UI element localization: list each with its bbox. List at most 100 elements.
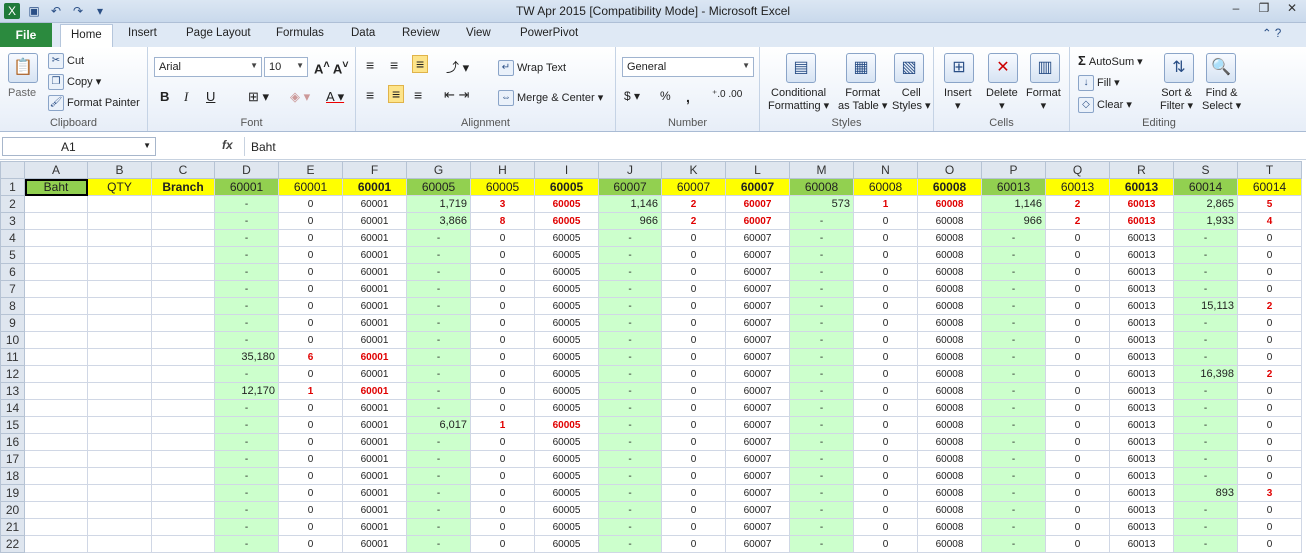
cell[interactable]: 60001 <box>342 195 407 213</box>
cell[interactable]: 0 <box>1237 348 1302 366</box>
cell[interactable]: 2,865 <box>1173 195 1238 213</box>
cell[interactable]: 60007 <box>725 484 790 502</box>
find-select-icon[interactable]: 🔍 <box>1206 53 1236 83</box>
restore-icon[interactable]: ❐ <box>1250 0 1278 18</box>
row-header[interactable]: 14 <box>0 399 25 417</box>
cell[interactable] <box>24 246 88 264</box>
cell[interactable]: 60001 <box>342 297 407 315</box>
cell[interactable]: 60013 <box>1109 416 1174 434</box>
sort-filter-button[interactable]: Sort & Filter ▾ <box>1160 87 1193 113</box>
percent-button[interactable]: % <box>660 89 671 103</box>
cell[interactable]: 0 <box>278 280 343 298</box>
cell[interactable] <box>24 399 88 417</box>
column-header[interactable]: R <box>1109 161 1174 179</box>
cell[interactable]: 0 <box>470 433 535 451</box>
cell[interactable]: 0 <box>661 297 726 315</box>
cell[interactable] <box>87 501 152 519</box>
cell[interactable]: 60007 <box>725 331 790 349</box>
help-icon[interactable]: ⌃ ? <box>1262 26 1281 40</box>
cell[interactable]: 60008 <box>917 467 982 485</box>
cell[interactable]: 60001 <box>342 433 407 451</box>
cell[interactable]: - <box>981 314 1046 332</box>
cell[interactable]: 0 <box>853 263 918 281</box>
cell[interactable]: - <box>214 467 279 485</box>
cell[interactable]: - <box>598 348 662 366</box>
cell[interactable]: 0 <box>278 212 343 230</box>
cell[interactable]: 0 <box>278 501 343 519</box>
row-header[interactable]: 22 <box>0 535 25 553</box>
cell[interactable]: 60007 <box>725 246 790 264</box>
cell[interactable]: 60008 <box>917 263 982 281</box>
cell[interactable]: - <box>598 365 662 383</box>
tab-formulas[interactable]: Formulas <box>276 27 324 39</box>
cell[interactable]: 0 <box>1045 535 1110 553</box>
format-painter-button[interactable]: 🖌 Format Painter <box>48 95 140 111</box>
cell[interactable]: 0 <box>853 501 918 519</box>
cell[interactable]: 60008 <box>917 416 982 434</box>
column-header[interactable]: T <box>1237 161 1302 179</box>
cell[interactable]: 0 <box>1045 348 1110 366</box>
header-cell[interactable]: 60007 <box>725 178 790 196</box>
cell[interactable]: - <box>789 416 854 434</box>
cell[interactable]: - <box>598 416 662 434</box>
conditional-formatting-button[interactable]: Conditional Formatting ▾ <box>768 87 829 113</box>
cell[interactable] <box>151 212 215 230</box>
cell[interactable]: 0 <box>1237 467 1302 485</box>
header-cell[interactable]: 60001 <box>278 178 343 196</box>
row-header[interactable]: 17 <box>0 450 25 468</box>
column-header[interactable]: C <box>151 161 215 179</box>
cell[interactable] <box>87 246 152 264</box>
cell[interactable] <box>151 229 215 247</box>
column-header[interactable]: P <box>981 161 1046 179</box>
cell[interactable]: - <box>981 348 1046 366</box>
cell[interactable]: 60001 <box>342 263 407 281</box>
cell[interactable]: 60005 <box>534 416 599 434</box>
cell[interactable]: 0 <box>470 518 535 536</box>
cell[interactable]: - <box>981 382 1046 400</box>
cell[interactable]: 60008 <box>917 535 982 553</box>
cell[interactable]: - <box>789 535 854 553</box>
cell[interactable]: - <box>598 518 662 536</box>
cell[interactable]: 0 <box>470 365 535 383</box>
cell[interactable]: 60007 <box>725 212 790 230</box>
cell[interactable]: - <box>981 297 1046 315</box>
cell[interactable] <box>24 365 88 383</box>
cell[interactable]: 60005 <box>534 518 599 536</box>
cell[interactable]: - <box>981 501 1046 519</box>
cell[interactable]: 60013 <box>1109 535 1174 553</box>
cell[interactable]: - <box>1173 246 1238 264</box>
cell[interactable]: 0 <box>661 484 726 502</box>
cell[interactable]: 60005 <box>534 229 599 247</box>
cell[interactable]: - <box>598 484 662 502</box>
cell[interactable]: 60005 <box>534 433 599 451</box>
cell[interactable] <box>151 331 215 349</box>
cell[interactable] <box>24 484 88 502</box>
cell[interactable]: 60001 <box>342 331 407 349</box>
cell[interactable]: 60001 <box>342 280 407 298</box>
cell[interactable]: 966 <box>598 212 662 230</box>
cell[interactable]: 60008 <box>917 212 982 230</box>
cell[interactable]: 60008 <box>917 450 982 468</box>
cell-styles-icon[interactable]: ▧ <box>894 53 924 83</box>
cell[interactable]: 60007 <box>725 399 790 417</box>
cell[interactable]: - <box>1173 314 1238 332</box>
cell[interactable]: 5 <box>1237 195 1302 213</box>
cell[interactable]: 60008 <box>917 484 982 502</box>
cell[interactable] <box>87 518 152 536</box>
cell[interactable]: - <box>981 416 1046 434</box>
header-cell[interactable]: 60008 <box>789 178 854 196</box>
cell[interactable] <box>24 212 88 230</box>
cell[interactable]: 0 <box>1237 518 1302 536</box>
cell[interactable]: 2 <box>1045 195 1110 213</box>
header-cell[interactable]: 60014 <box>1237 178 1302 196</box>
cell[interactable]: 0 <box>853 229 918 247</box>
row-header[interactable]: 1 <box>0 178 25 196</box>
cell[interactable]: 12,170 <box>214 382 279 400</box>
cell[interactable]: 60005 <box>534 246 599 264</box>
cell[interactable]: 0 <box>853 467 918 485</box>
column-header[interactable]: K <box>661 161 726 179</box>
cell[interactable]: 0 <box>470 399 535 417</box>
cell[interactable]: 0 <box>1045 365 1110 383</box>
cell[interactable]: - <box>598 467 662 485</box>
tab-page-layout[interactable]: Page Layout <box>186 27 251 39</box>
